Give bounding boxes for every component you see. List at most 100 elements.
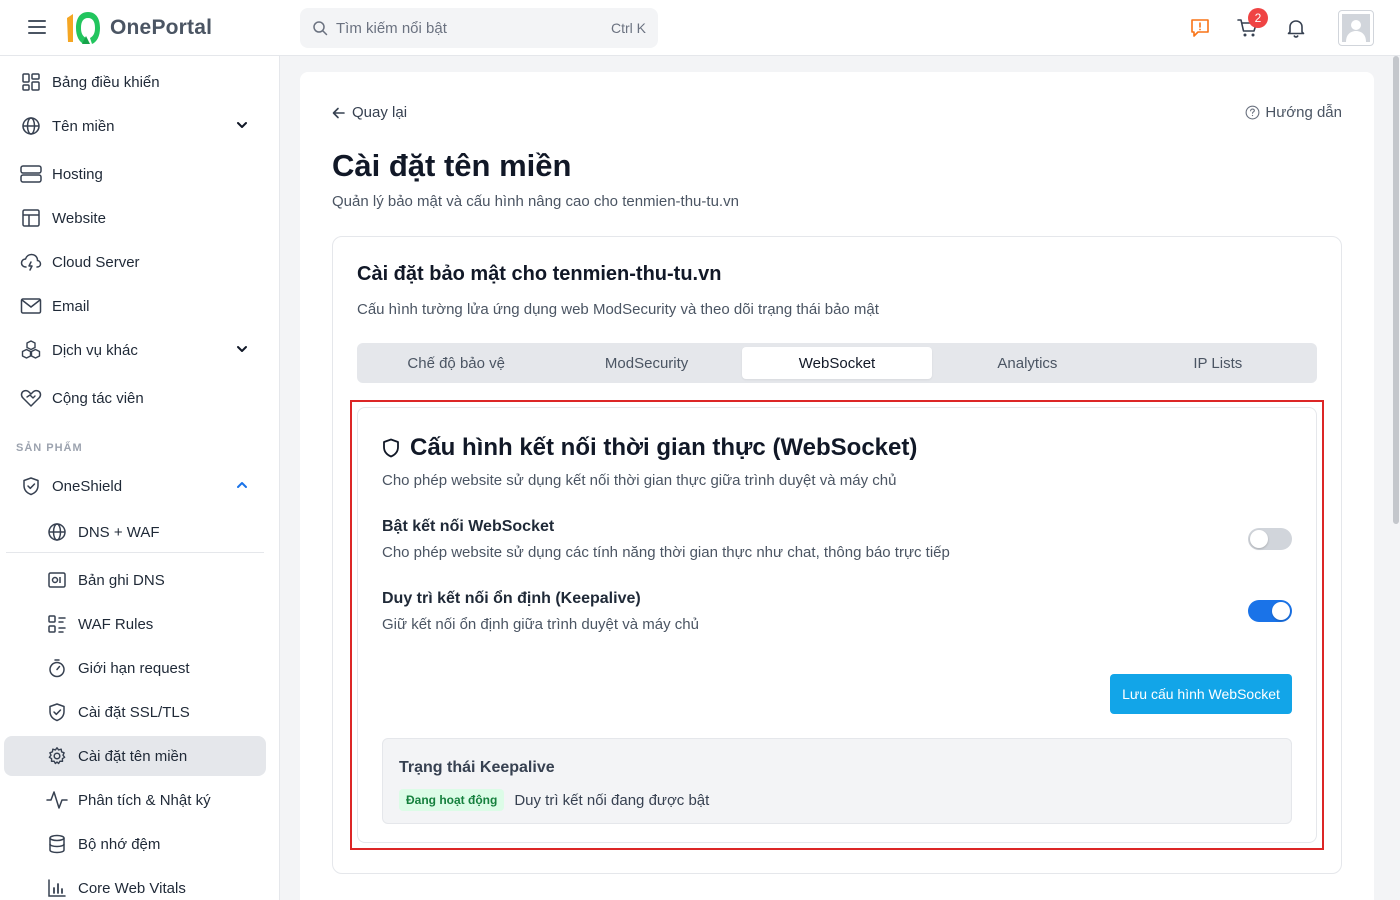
gear-icon: [46, 745, 68, 767]
sidebar-item-website[interactable]: Website: [4, 198, 266, 238]
sidebar-subitem-dns-waf[interactable]: DNS + WAF: [4, 512, 266, 552]
sidebar-item-cloud-server[interactable]: Cloud Server: [4, 242, 266, 282]
status-text: Duy trì kết nối đang được bật: [514, 791, 710, 809]
logo[interactable]: OnePortal: [64, 10, 212, 46]
shield-check-icon: [46, 701, 68, 723]
websocket-title: Cấu hình kết nối thời gian thực (WebSock…: [382, 434, 917, 462]
sidebar-subitem-domain-settings[interactable]: Cài đặt tên miền: [4, 736, 266, 776]
sidebar-item-other-services[interactable]: Dịch vụ khác: [4, 330, 266, 370]
server-icon: [20, 163, 42, 185]
card-subtitle: Cấu hình tường lửa ứng dụng web ModSecur…: [357, 301, 879, 318]
guide-link[interactable]: Hướng dẫn: [1245, 104, 1342, 121]
logo-mark-icon: [67, 12, 100, 44]
page-title: Cài đặt tên miền: [332, 148, 572, 183]
sidebar-item-label: WAF Rules: [78, 615, 154, 633]
sidebar-item-label: Cài đặt tên miền: [78, 747, 188, 765]
bell-icon[interactable]: [1284, 16, 1308, 40]
keepalive-toggle[interactable]: [1248, 600, 1292, 622]
bar-chart-icon: [46, 877, 68, 899]
guide-label: Hướng dẫn: [1265, 104, 1342, 121]
websocket-toggle-label: Bật kết nối WebSocket: [382, 518, 555, 535]
save-websocket-button[interactable]: Lưu cấu hình WebSocket: [1110, 674, 1292, 714]
chevron-down-icon: [237, 122, 247, 128]
sidebar-item-domains[interactable]: Tên miền: [4, 106, 266, 146]
keepalive-status-box: Trạng thái Keepalive Đang hoạt động Duy …: [382, 738, 1292, 824]
globe-icon: [46, 521, 68, 543]
app-name: OnePortal: [110, 16, 213, 39]
websocket-title-text: Cấu hình kết nối thời gian thực (WebSock…: [410, 434, 918, 461]
sidebar-subitem-cache[interactable]: Bộ nhớ đệm: [4, 824, 266, 864]
sidebar-item-dashboard[interactable]: Bảng điều khiển: [4, 62, 266, 102]
tab-ip-lists[interactable]: IP Lists: [1123, 347, 1313, 379]
sidebar-item-label: Phân tích & Nhật ký: [78, 791, 211, 809]
page-subtitle: Quản lý bảo mật và cấu hình nâng cao cho…: [332, 193, 739, 210]
tab-analytics[interactable]: Analytics: [932, 347, 1122, 379]
sidebar-subitem-dns-records[interactable]: Bản ghi DNS: [4, 560, 266, 600]
boxes-icon: [20, 339, 42, 361]
sidebar-subitem-waf-rules[interactable]: WAF Rules: [4, 604, 266, 644]
dns-record-icon: [46, 569, 68, 591]
websocket-toggle-description: Cho phép website sử dụng các tính năng t…: [382, 544, 950, 561]
help-circle-icon: [1245, 105, 1260, 120]
search-input[interactable]: [336, 19, 611, 37]
user-icon: [1342, 14, 1370, 42]
websocket-panel: Cấu hình kết nối thời gian thực (WebSock…: [357, 407, 1317, 843]
avatar[interactable]: [1338, 10, 1374, 46]
sidebar-item-label: Tên miền: [52, 117, 115, 135]
settings-tabs: Chế độ bảo vệ ModSecurity WebSocket Anal…: [357, 343, 1317, 383]
search-icon: [313, 21, 328, 36]
card-title: Cài đặt bảo mật cho tenmien-thu-tu.vn: [357, 263, 722, 285]
sidebar: Bảng điều khiển Tên miền Hosting Website…: [0, 56, 280, 900]
activity-icon: [46, 789, 68, 811]
status-badge: Đang hoạt động: [399, 789, 505, 811]
cloud-icon: [20, 251, 42, 273]
sidebar-item-label: Giới hạn request: [78, 659, 190, 677]
menu-icon[interactable]: [28, 20, 46, 36]
main-content: Quay lại Hướng dẫn Cài đặt tên miền Quản…: [300, 72, 1374, 900]
keepalive-toggle-label: Duy trì kết nối ổn định (Keepalive): [382, 590, 641, 607]
sidebar-subitem-rate-limit[interactable]: Giới hạn request: [4, 648, 266, 688]
feedback-icon[interactable]: [1188, 16, 1212, 40]
sidebar-item-label: Core Web Vitals: [78, 879, 186, 897]
sidebar-subitem-ssl-tls[interactable]: Cài đặt SSL/TLS: [4, 692, 266, 732]
website-icon: [20, 207, 42, 229]
sidebar-item-label: Hosting: [52, 165, 103, 183]
back-label: Quay lại: [352, 104, 408, 121]
back-link[interactable]: Quay lại: [332, 104, 407, 121]
sidebar-item-hosting[interactable]: Hosting: [4, 154, 266, 194]
sidebar-item-oneshield[interactable]: OneShield: [4, 466, 266, 506]
products-section-label: SẢN PHẨM: [16, 442, 83, 454]
search-shortcut: Ctrl K: [611, 20, 646, 36]
shield-icon: [20, 475, 42, 497]
globe-icon: [20, 115, 42, 137]
timer-icon: [46, 657, 68, 679]
status-title: Trạng thái Keepalive: [399, 759, 555, 776]
chevron-down-icon: [237, 346, 247, 352]
sidebar-subitem-analytics-logs[interactable]: Phân tích & Nhật ký: [4, 780, 266, 820]
sidebar-item-label: OneShield: [52, 477, 123, 495]
sidebar-item-label: DNS + WAF: [78, 523, 160, 541]
sidebar-item-email[interactable]: Email: [4, 286, 266, 326]
keepalive-toggle-description: Giữ kết nối ổn định giữa trình duyệt và …: [382, 616, 699, 633]
sidebar-item-label: Email: [52, 297, 90, 315]
sidebar-item-label: Cộng tác viên: [52, 389, 144, 407]
tab-websocket[interactable]: WebSocket: [741, 347, 933, 379]
sidebar-item-affiliate[interactable]: Cộng tác viên: [4, 378, 266, 418]
dashboard-icon: [20, 71, 42, 93]
sidebar-divider: [6, 552, 264, 553]
cart-count-badge: 2: [1248, 8, 1268, 28]
scrollbar-thumb[interactable]: [1393, 56, 1399, 524]
sidebar-subitem-core-web-vitals[interactable]: Core Web Vitals: [4, 868, 266, 900]
status-line: Đang hoạt động Duy trì kết nối đang được…: [399, 789, 709, 811]
sidebar-item-label: Cài đặt SSL/TLS: [78, 703, 190, 721]
sidebar-item-label: Bộ nhớ đệm: [78, 835, 161, 853]
tab-protection-mode[interactable]: Chế độ bảo vệ: [361, 347, 551, 379]
websocket-toggle[interactable]: [1248, 528, 1292, 550]
mail-icon: [20, 295, 42, 317]
search-box[interactable]: Ctrl K: [300, 8, 658, 48]
sidebar-item-label: Website: [52, 209, 106, 227]
toggle-knob: [1250, 530, 1268, 548]
tab-modsecurity[interactable]: ModSecurity: [551, 347, 741, 379]
handshake-heart-icon: [20, 387, 42, 409]
page-scrollbar[interactable]: [1392, 56, 1400, 900]
